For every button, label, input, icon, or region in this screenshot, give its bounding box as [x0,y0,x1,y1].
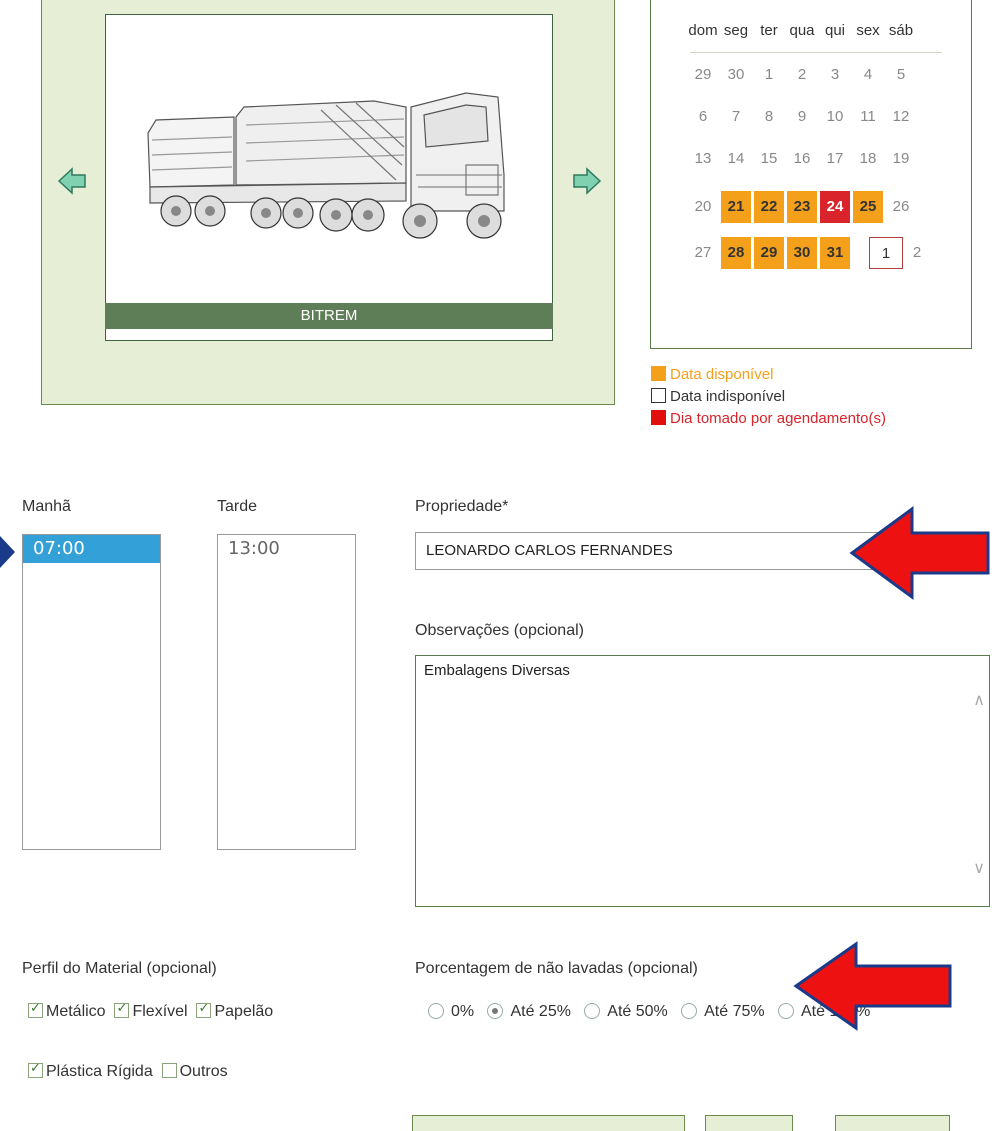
scroll-up-icon[interactable]: ∧ [973,690,985,710]
morning-slot-option[interactable]: 07:00 [23,535,160,563]
calendar-day-available[interactable]: 23 [787,191,817,223]
legend-taken: Dia tomado por agendamento(s) [651,408,886,430]
calendar-day-unavailable: 1 [869,237,903,269]
calendar-day: 1 [764,66,774,83]
weekday-saturday: sáb [888,22,914,39]
legend-unavailable: Data indisponível [651,386,886,408]
weekday-monday: seg [723,22,749,39]
calendar-day-available[interactable]: 25 [853,191,883,223]
checkbox-icon[interactable] [28,1061,43,1078]
radio-icon[interactable] [584,1003,601,1019]
calendar-day: 12 [892,108,910,125]
material-profile-label: Perfil do Material (opcional) [22,960,217,977]
legend-available-label: Data disponível [670,366,774,383]
action-button[interactable] [835,1115,950,1131]
annotation-arrow-icon [849,506,990,600]
legend-available: Data disponível [651,364,886,386]
calendar-day-available[interactable]: 22 [754,191,784,223]
legend-taken-label: Dia tomado por agendamento(s) [670,410,886,427]
calendar-day: 16 [793,150,811,167]
checkbox-icon[interactable] [161,1063,177,1078]
weekday-sunday: dom [688,22,718,39]
radio-ate-25[interactable]: Até 25% [487,1003,571,1020]
weekday-tuesday: ter [760,22,778,39]
calendar-day: 2 [797,66,807,83]
checkbox-icon[interactable] [28,1001,43,1018]
action-button[interactable] [705,1115,793,1131]
weekday-friday: sex [856,22,880,39]
calendar-day: 7 [731,108,741,125]
material-checkbox-outros[interactable]: Outros [161,1063,228,1080]
calendar-day: 3 [830,66,840,83]
calendar-day: 10 [826,108,844,125]
calendar-day: 4 [863,66,873,83]
checkbox-icon[interactable] [114,1001,130,1018]
scroll-down-icon[interactable]: ∨ [973,858,985,878]
legend-unavailable-label: Data indisponível [670,388,786,405]
notes-textarea[interactable]: Embalagens Diversas ∧ ∨ [415,655,990,907]
calendar-day: 17 [826,150,844,167]
material-checkbox-row-2: Plástica Rígida Outros [28,1061,228,1081]
unwashed-percentage-label: Porcentagem de não lavadas (opcional) [415,960,698,977]
calendar-day: 13 [694,150,712,167]
morning-slots-list[interactable]: 07:00 [22,534,161,850]
material-checkbox-plastica-rigida[interactable]: Plástica Rígida [28,1061,153,1080]
radio-icon[interactable] [681,1003,698,1019]
afternoon-slots-list[interactable]: 13:00 [217,534,356,850]
notes-value: Embalagens Diversas [424,662,570,679]
calendar-day: 5 [896,66,906,83]
radio-0[interactable]: 0% [428,1003,474,1020]
radio-ate-75[interactable]: Até 75% [681,1003,765,1020]
calendar-divider [690,52,942,53]
calendar-day: 18 [859,150,877,167]
calendar-day: 15 [760,150,778,167]
calendar-legend: Data disponível Data indisponível Dia to… [651,364,886,430]
legend-unavailable-swatch [651,388,666,403]
material-checkbox-row-1: Metálico Flexível Papelão [28,1001,273,1021]
calendar-day: 2 [912,244,922,261]
calendar-day-available[interactable]: 21 [721,191,751,223]
legend-taken-swatch [651,410,666,425]
radio-icon[interactable] [428,1003,444,1019]
action-button[interactable] [412,1115,685,1131]
vehicle-image-card [105,14,553,341]
annotation-arrow-icon [793,941,952,1031]
material-checkbox-flexivel[interactable]: Flexível [114,1001,188,1020]
notes-label: Observações (opcional) [415,622,584,639]
weekday-thursday: qui [824,22,846,39]
afternoon-slot-option[interactable]: 13:00 [218,535,355,563]
morning-label: Manhã [22,498,71,515]
calendar-day: 6 [698,108,708,125]
calendar-day: 26 [892,198,910,215]
calendar-day-taken: 24 [820,191,850,223]
calendar-day: 11 [860,108,876,125]
calendar-day: 27 [694,244,712,261]
calendar-day: 8 [764,108,774,125]
afternoon-label: Tarde [217,498,258,515]
truck-illustration [147,92,505,239]
calendar-day: 29 [694,66,712,83]
material-checkbox-metalico[interactable]: Metálico [28,1001,106,1020]
calendar-day-available[interactable]: 28 [721,237,751,269]
radio-ate-50[interactable]: Até 50% [584,1003,668,1020]
checkbox-icon[interactable] [196,1001,212,1018]
legend-available-swatch [651,366,666,381]
calendar-day: 14 [727,150,745,167]
radio-icon[interactable] [487,1003,504,1019]
weekday-wednesday: qua [789,22,815,39]
next-vehicle-arrow-icon[interactable] [570,164,604,198]
property-label: Propriedade* [415,498,509,515]
calendar-day-available[interactable]: 29 [754,237,784,269]
calendar-day: 30 [727,66,745,83]
calendar-day: 9 [797,108,807,125]
annotation-arrow-icon [0,536,15,568]
calendar-day-available[interactable]: 31 [820,237,850,269]
vehicle-name: BITREM [105,303,553,329]
calendar-day-available[interactable]: 30 [787,237,817,269]
calendar-day: 20 [694,198,712,215]
calendar-day: 19 [892,150,910,167]
material-checkbox-papelao[interactable]: Papelão [196,1001,273,1020]
previous-vehicle-arrow-icon[interactable] [55,164,89,198]
